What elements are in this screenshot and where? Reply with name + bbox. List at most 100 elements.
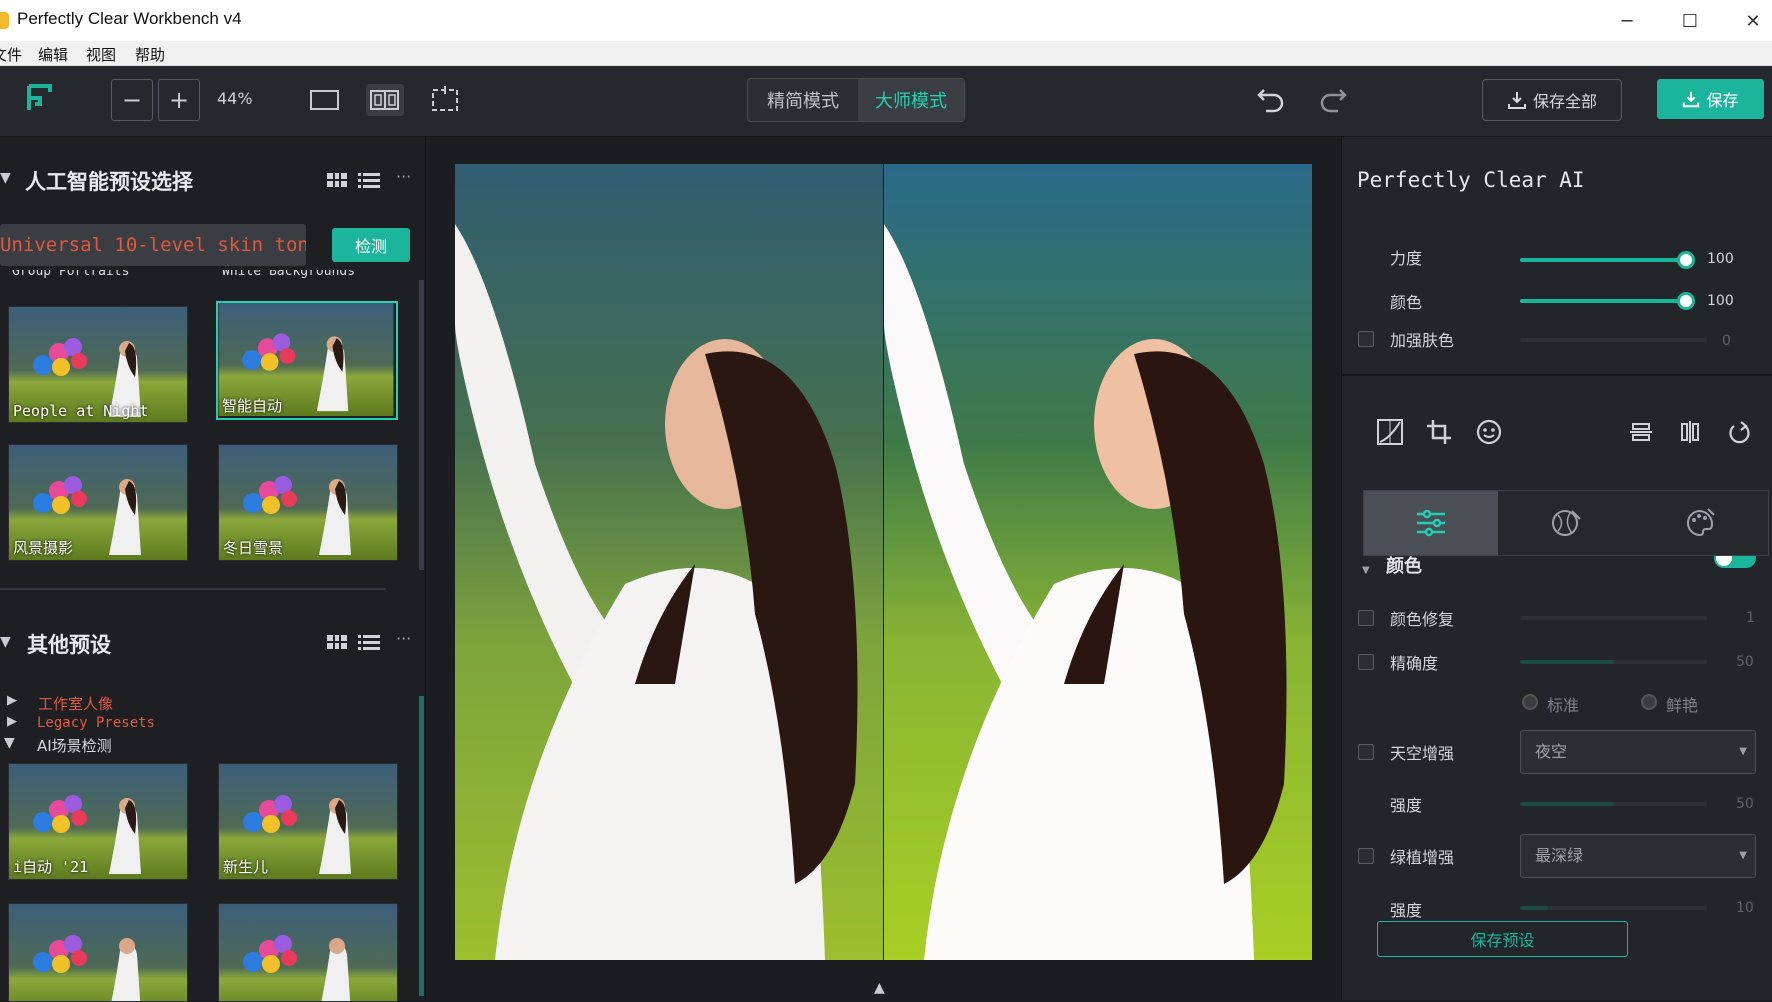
tree-collapse-icon[interactable]: ▼ — [4, 735, 15, 751]
zoom-in-button[interactable]: + — [158, 79, 200, 121]
original-image[interactable] — [455, 164, 883, 960]
master-mode-button[interactable]: 大师模式 — [858, 79, 964, 121]
thumbnail-label: 风景摄影 — [13, 539, 74, 557]
collapse-other-presets-icon[interactable]: ▼ — [0, 634, 11, 650]
radio-vivid[interactable] — [1641, 694, 1657, 710]
sky-strength-slider[interactable] — [1520, 802, 1707, 806]
tab-adjustments[interactable] — [1364, 491, 1498, 555]
preset-thumbnail[interactable] — [218, 903, 398, 1002]
grid-view-icon[interactable] — [326, 172, 348, 192]
zoom-level: 44% — [217, 89, 253, 108]
skin-enhance-checkbox[interactable] — [1358, 331, 1374, 347]
processed-image[interactable] — [884, 164, 1312, 960]
color-repair-label: 颜色修复 — [1390, 610, 1455, 629]
precision-checkbox[interactable] — [1358, 654, 1374, 670]
palette-icon — [1687, 508, 1715, 537]
other-presets-scrollbar[interactable] — [419, 696, 424, 996]
color-repair-checkbox[interactable] — [1358, 610, 1374, 626]
color-label: 颜色 — [1390, 293, 1423, 312]
skin-tone-select[interactable]: Universal 10-level skin tone — [0, 224, 306, 266]
menu-help[interactable]: 帮助 — [135, 44, 165, 65]
sky-strength-value: 50 — [1736, 796, 1754, 812]
preset-thumbnail-selected[interactable]: 智能自动 — [216, 301, 398, 420]
simple-mode-button[interactable]: 精简模式 — [748, 79, 858, 121]
other-presets-title: 其他预设 — [27, 633, 111, 657]
save-preset-button[interactable]: 保存预设 — [1377, 921, 1628, 957]
section-toggle[interactable] — [1714, 556, 1756, 568]
thumbnail-label: 智能自动 — [222, 397, 283, 415]
tab-creative[interactable] — [1499, 491, 1633, 555]
green-type-value: 最深绿 — [1535, 846, 1584, 865]
list-view-icon[interactable] — [358, 171, 380, 193]
thumbnail-label: i自动 '21 — [13, 858, 89, 876]
preset-thumbnail[interactable]: 冬日雪景 — [218, 444, 398, 561]
color-section-header[interactable]: ▼ 颜色 — [1362, 556, 1762, 582]
preset-thumbnail[interactable] — [8, 903, 188, 1002]
partial-thumb-label: White Backgrounds — [222, 270, 356, 279]
rotate-icon[interactable] — [1722, 415, 1756, 449]
green-strength-label: 强度 — [1390, 901, 1423, 920]
download-icon — [1507, 92, 1526, 109]
collapse-filmstrip-icon[interactable]: ▲ — [874, 980, 885, 996]
strength-slider[interactable] — [1520, 251, 1696, 269]
radio-standard[interactable] — [1522, 694, 1538, 710]
sky-enhance-checkbox[interactable] — [1358, 744, 1374, 760]
tab-effects[interactable] — [1633, 491, 1767, 555]
green-enhance-label: 绿植增强 — [1390, 848, 1455, 867]
zoom-out-button[interactable]: − — [111, 79, 153, 121]
partial-preset-labels: Group Portraits White Backgrounds — [8, 270, 408, 282]
flip-vertical-icon[interactable] — [1624, 415, 1658, 449]
single-view-icon[interactable] — [310, 89, 340, 115]
strength-label: 力度 — [1390, 249, 1423, 268]
color-repair-slider[interactable] — [1520, 616, 1707, 620]
tree-item-ai-scene[interactable]: AI场景检测 — [37, 735, 112, 756]
sky-type-value: 夜空 — [1535, 742, 1568, 761]
section-divider — [0, 588, 386, 590]
strength-value: 100 — [1707, 251, 1734, 267]
green-strength-slider[interactable] — [1520, 906, 1707, 910]
maximize-button[interactable]: ☐ — [1670, 6, 1710, 36]
minimize-button[interactable]: ─ — [1607, 6, 1647, 36]
menu-file[interactable]: 文件 — [0, 44, 22, 65]
sky-strength-label: 强度 — [1390, 796, 1423, 815]
skin-enhance-slider[interactable] — [1520, 338, 1707, 342]
more-options-icon[interactable]: ··· — [396, 629, 411, 648]
collapse-ai-presets-icon[interactable]: ▼ — [0, 170, 11, 186]
preset-thumbnail[interactable]: 风景摄影 — [8, 444, 188, 561]
thumbnail-label: 新生儿 — [223, 858, 269, 876]
tree-item-legacy[interactable]: Legacy Presets — [37, 715, 155, 731]
green-enhance-checkbox[interactable] — [1358, 848, 1374, 864]
flip-horizontal-icon[interactable] — [1673, 415, 1707, 449]
section-collapse-icon[interactable]: ▼ — [1362, 565, 1370, 576]
tree-item-studio[interactable]: 工作室人像 — [38, 693, 113, 714]
save-button[interactable]: 保存 — [1657, 79, 1764, 119]
crop-icon[interactable] — [1422, 415, 1456, 449]
color-slider[interactable] — [1520, 292, 1696, 310]
preset-thumbnail[interactable]: People at Night — [8, 306, 188, 423]
ai-presets-scrollbar[interactable] — [419, 280, 424, 570]
tree-expand-icon[interactable]: ▶ — [7, 714, 17, 729]
thumbnail-label: People at Night — [13, 402, 149, 420]
more-options-icon[interactable]: ··· — [396, 167, 411, 186]
curves-icon[interactable] — [1373, 415, 1407, 449]
menu-view[interactable]: 视图 — [86, 44, 116, 65]
close-button[interactable]: ✕ — [1733, 6, 1772, 36]
grid-view-icon[interactable] — [326, 634, 348, 654]
redo-icon[interactable] — [1318, 84, 1348, 118]
green-type-select[interactable]: 最深绿 ▼ — [1520, 834, 1756, 878]
preset-thumbnail[interactable]: i自动 '21 — [8, 763, 188, 880]
list-view-icon[interactable] — [358, 633, 380, 655]
preset-thumbnail[interactable]: 新生儿 — [218, 763, 398, 880]
chevron-down-icon: ▼ — [1739, 746, 1747, 757]
precision-slider[interactable] — [1520, 660, 1707, 664]
save-all-button[interactable]: 保存全部 — [1482, 79, 1622, 121]
tree-expand-icon[interactable]: ▶ — [7, 693, 17, 708]
sky-type-select[interactable]: 夜空 ▼ — [1520, 730, 1756, 774]
undo-icon[interactable] — [1256, 84, 1286, 118]
menu-edit[interactable]: 编辑 — [38, 44, 68, 65]
crop-view-icon[interactable] — [429, 86, 461, 118]
thumbnail-label: 冬日雪景 — [223, 539, 284, 557]
split-view-icon[interactable] — [366, 84, 404, 116]
detect-button[interactable]: 检测 — [332, 228, 410, 262]
face-icon[interactable] — [1472, 415, 1506, 449]
